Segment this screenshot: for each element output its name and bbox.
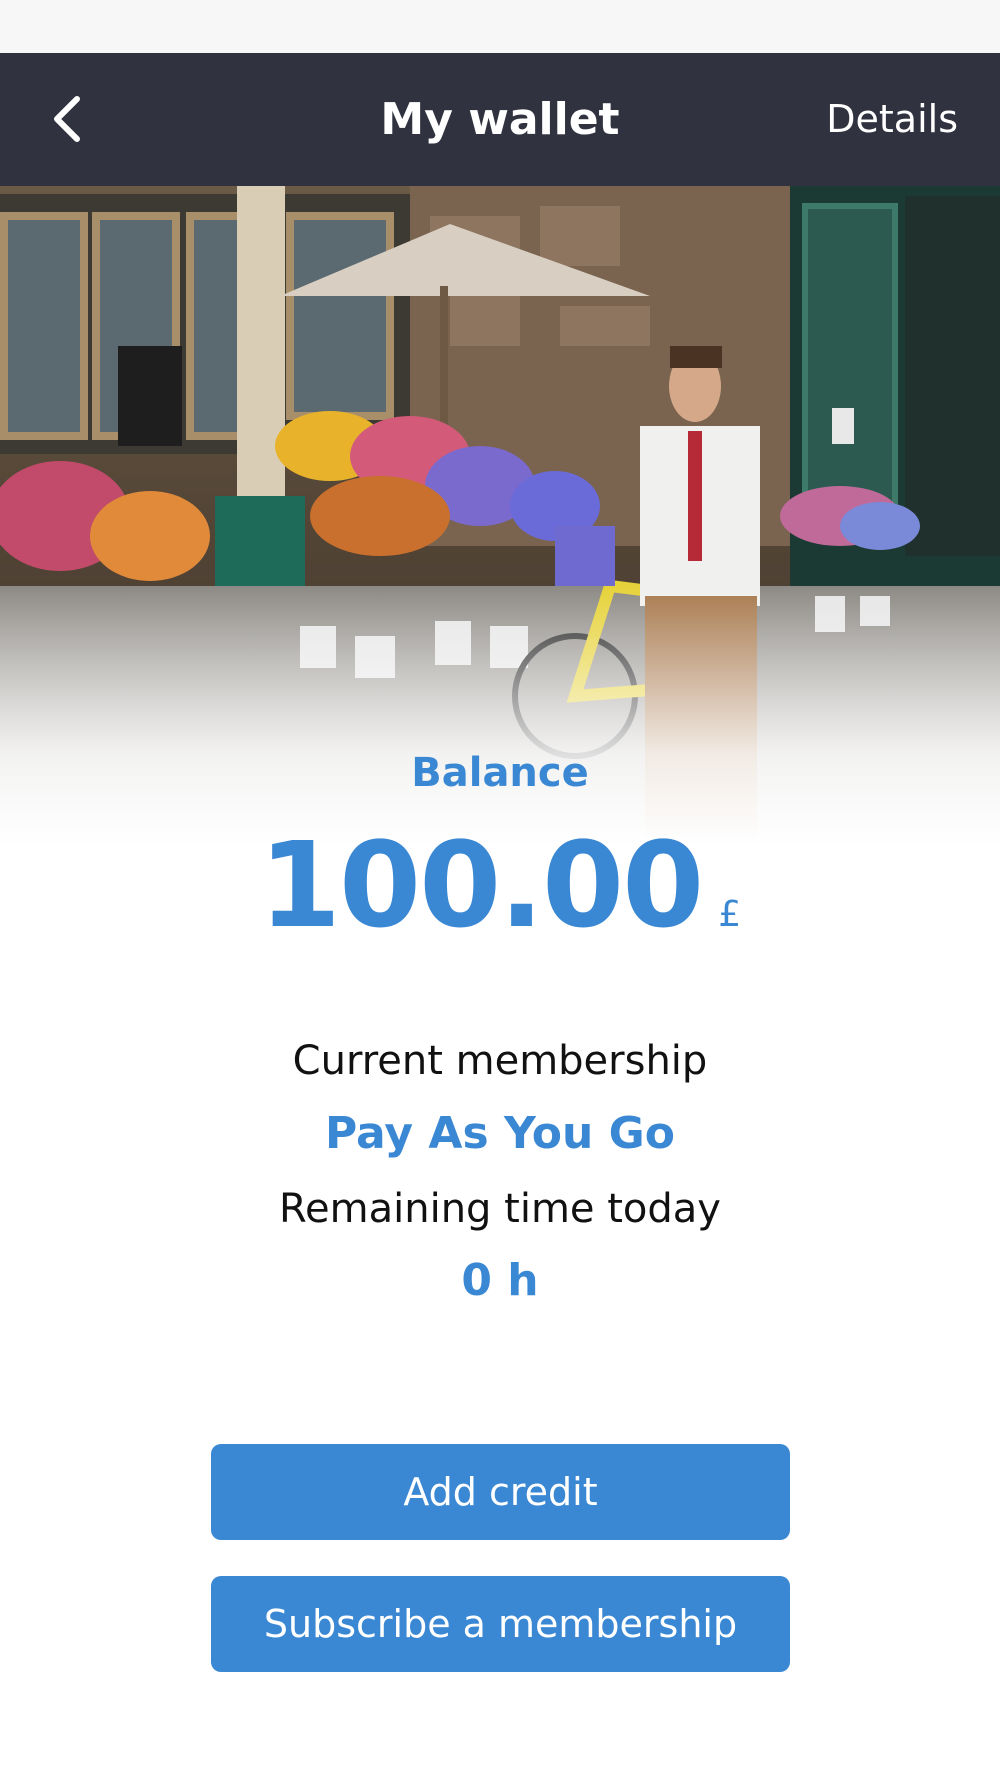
- remaining-time-label: Remaining time today: [279, 1186, 721, 1232]
- chevron-left-icon: [54, 96, 80, 142]
- nav-bar: My wallet Details: [0, 53, 1000, 186]
- remaining-time-value: 0 h: [461, 1255, 539, 1306]
- membership-value: Pay As You Go: [324, 1108, 675, 1159]
- hero-image: [0, 186, 1000, 846]
- back-button[interactable]: [36, 81, 96, 157]
- wallet-screen: My wallet Details Balance 100.00 £ Curre…: [0, 0, 1000, 1778]
- balance-amount: 100.00: [258, 816, 704, 954]
- hero-fade-overlay: [0, 586, 1000, 846]
- details-button[interactable]: Details: [826, 53, 958, 186]
- balance-display: 100.00 £: [0, 816, 1000, 954]
- balance-label: Balance: [411, 750, 589, 796]
- add-credit-button[interactable]: Add credit: [211, 1444, 790, 1540]
- subscribe-membership-button[interactable]: Subscribe a membership: [211, 1576, 790, 1672]
- membership-label: Current membership: [292, 1038, 708, 1084]
- currency-symbol: £: [718, 894, 742, 935]
- status-bar: [0, 0, 1000, 53]
